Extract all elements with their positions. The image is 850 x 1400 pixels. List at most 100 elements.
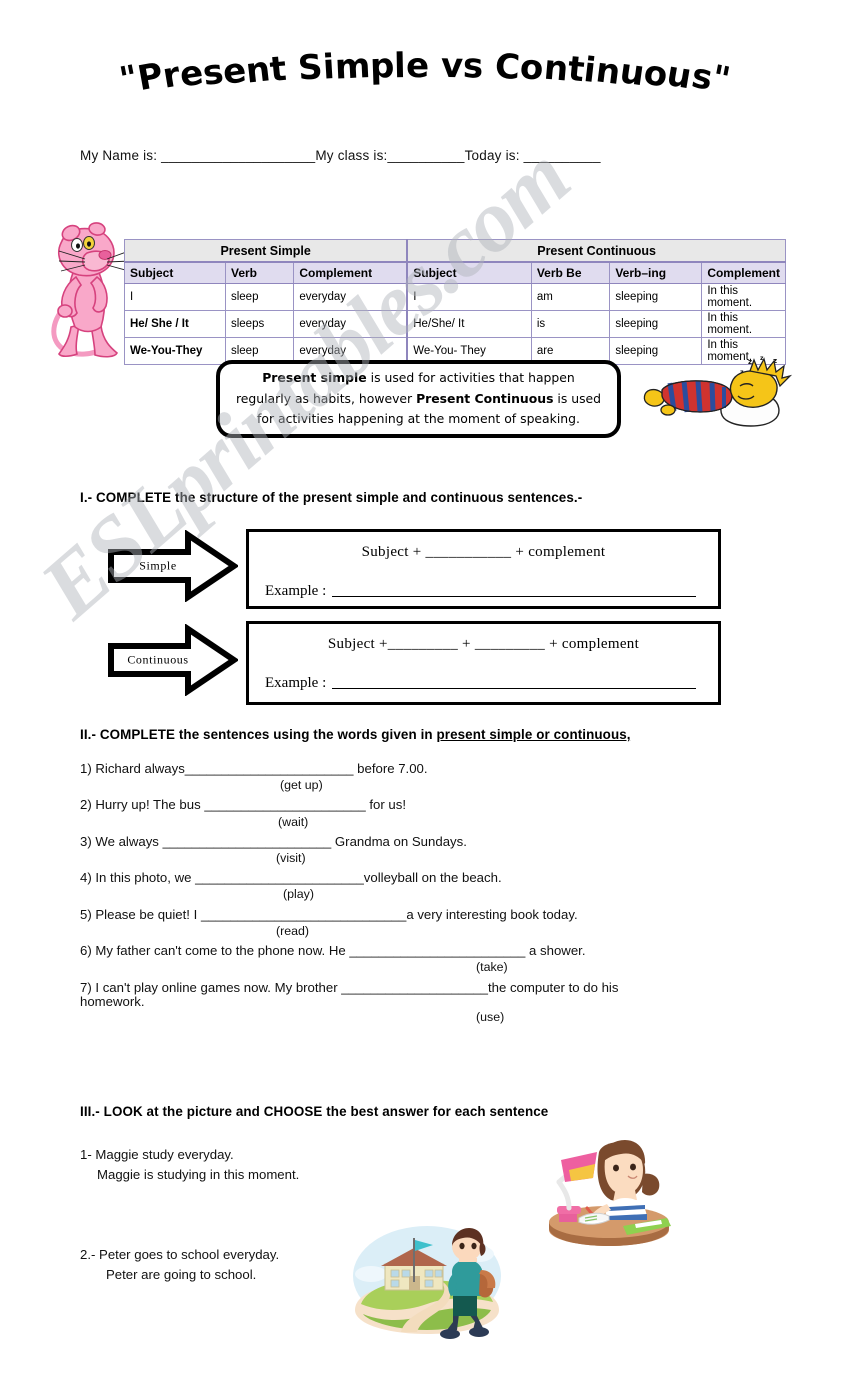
example-row-simple: Example :: [265, 583, 718, 600]
exercise-item[interactable]: 4) In this photo, we ___________________…: [80, 871, 770, 904]
cell-subject-cont: I: [406, 283, 532, 311]
svg-text:z: z: [748, 358, 752, 366]
table-row: He/ She / It sleeps everyday He/She/ It …: [124, 310, 786, 338]
question-1-option-b[interactable]: Maggie is studying in this moment.: [80, 1165, 500, 1185]
arrow-label-continuous: Continuous: [127, 652, 189, 667]
section-2-heading: II.- COMPLETE the sentences using the wo…: [80, 727, 631, 742]
title-char: s: [462, 46, 485, 87]
arrow-continuous: Continuous: [108, 623, 240, 697]
exercise-sentence[interactable]: 5) Please be quiet! I __________________…: [80, 907, 770, 922]
boy-walking-to-school-illustration: [353, 1226, 501, 1339]
example-label-simple: Example :: [265, 583, 327, 599]
exercise-verb-hint: (visit): [276, 851, 306, 866]
exercise-item[interactable]: 6) My father can't come to the phone now…: [80, 944, 770, 977]
exercise-2-list: 1) Richard always_______________________…: [80, 762, 770, 1030]
example-blank-continuous[interactable]: [332, 687, 696, 689]
section-2-heading-underlined: present simple or continuous,: [436, 727, 631, 742]
subheader-subject-cont: Subject: [406, 261, 532, 284]
arrow-simple: Simple: [108, 529, 240, 603]
subheader-verb: Verb: [224, 261, 295, 284]
table-row: I sleep everyday I am sleeping In this m…: [124, 283, 786, 311]
exercise-sentence[interactable]: 3) We always _______________________ Gra…: [80, 835, 770, 849]
girl-studying-illustration: [549, 1140, 671, 1246]
example-label-continuous: Example :: [265, 675, 327, 691]
name-blank[interactable]: ____________________: [161, 148, 315, 163]
grammar-explanation-callout: Present simple is used for activities th…: [216, 360, 621, 438]
exercise-verb-hint: (get up): [280, 778, 323, 793]
callout-bold-present-continuous: Present Continuous: [416, 390, 554, 406]
exercise-verb-hint: (take): [476, 960, 508, 975]
cell-subject-simple: I: [124, 283, 226, 311]
name-label: My Name is:: [80, 148, 162, 163]
exercise-sentence-continued[interactable]: homework.: [80, 995, 770, 1008]
pink-panther-illustration: [51, 222, 132, 358]
cell-verb: sleep: [224, 283, 295, 311]
exercise-sentence[interactable]: 1) Richard always_______________________…: [80, 762, 770, 776]
cell-complement-simple: everyday: [293, 310, 408, 338]
question-1[interactable]: 1- Maggie study everyday. Maggie is stud…: [80, 1145, 500, 1185]
title-char: o: [518, 47, 545, 89]
subheader-complement-cont: Complement: [701, 261, 786, 284]
question-1-option-a[interactable]: 1- Maggie study everyday.: [80, 1145, 500, 1165]
title-char: C: [494, 46, 522, 88]
subheader-verb-ing: Verb–ing: [609, 261, 703, 284]
callout-line2-pre: regularly as habits, however: [235, 390, 417, 406]
subheader-subject-simple: Subject: [124, 261, 226, 284]
formula-simple[interactable]: Subject + ___________ + complement: [249, 544, 718, 561]
page-title-text: "Present Simple vs Continuous": [117, 46, 734, 100]
callout-line-2: regularly as habits, however Present Con…: [234, 389, 603, 409]
worksheet-page: ESLprintables.com "Present Simple vs Con…: [0, 0, 850, 1400]
title-char: m: [333, 45, 371, 88]
section-3-question-1: 1- Maggie study everyday. Maggie is stud…: [80, 1145, 500, 1185]
callout-line2-post: is used: [553, 390, 602, 406]
date-blank[interactable]: __________: [524, 148, 601, 163]
title-char: n: [541, 47, 570, 90]
title-char: v: [440, 45, 464, 87]
cell-subject-simple: He/ She / It: [124, 310, 226, 338]
class-blank[interactable]: __________: [388, 148, 465, 163]
header-present-continuous: Present Continuous: [406, 239, 787, 263]
bart-simpson-sleeping-illustration: z z z z: [643, 355, 793, 427]
example-blank-simple[interactable]: [332, 595, 696, 597]
arrow-label-simple: Simple: [139, 558, 177, 573]
callout-line-1: Present simple is used for activities th…: [234, 368, 603, 388]
table-subheader-row: Subject Verb Complement Subject Verb Be …: [124, 261, 786, 284]
exercise-item[interactable]: 5) Please be quiet! I __________________…: [80, 907, 770, 941]
exercise-verb-hint: (read): [276, 923, 310, 938]
exercise-item[interactable]: 1) Richard always_______________________…: [80, 762, 770, 795]
callout-line-3: for activities happening at the moment o…: [257, 411, 580, 427]
structure-box-continuous: Subject +_________ + _________ + complem…: [246, 621, 721, 705]
page-title: "Present Simple vs Continuous": [0, 46, 850, 100]
exercise-item[interactable]: 3) We always _______________________ Gra…: [80, 835, 770, 868]
title-char: p: [369, 45, 396, 87]
formula-continuous[interactable]: Subject +_________ + _________ + complem…: [249, 636, 718, 653]
exercise-verb-hint: (wait): [278, 814, 309, 829]
cell-verb-ing: sleeping: [609, 283, 703, 311]
grammar-reference-table: Present Simple Present Continuous Subjec…: [124, 239, 787, 365]
section-2-heading-plain: II.- COMPLETE the sentences using the wo…: [80, 727, 437, 742]
section-1-heading: I.- COMPLETE the structure of the presen…: [80, 490, 583, 505]
exercise-sentence[interactable]: 2) Hurry up! The bus ___________________…: [80, 798, 770, 812]
title-char: S: [297, 47, 325, 89]
exercise-sentence[interactable]: 6) My father can't come to the phone now…: [80, 944, 770, 958]
subheader-verb-be: Verb Be: [530, 261, 611, 284]
cell-verb-be: is: [530, 310, 611, 338]
exercise-sentence[interactable]: 4) In this photo, we ___________________…: [80, 871, 770, 885]
callout-line1-rest: is used for activities that happen: [366, 370, 575, 386]
student-info-line: My Name is: ____________________My class…: [80, 148, 601, 163]
exercise-item[interactable]: 7) I can't play online games now. My bro…: [80, 980, 770, 1028]
cell-complement-cont: In this moment.: [701, 283, 786, 311]
section-3-heading: III.- LOOK at the picture and CHOOSE the…: [80, 1104, 549, 1119]
exercise-item[interactable]: 2) Hurry up! The bus ___________________…: [80, 798, 770, 831]
cell-subject-cont: He/She/ It: [406, 310, 532, 338]
cell-complement-simple: everyday: [293, 283, 408, 311]
title-char: e: [405, 45, 430, 87]
cell-verb-be: am: [530, 283, 611, 311]
cell-complement-cont: In this moment.: [701, 310, 786, 338]
date-label: Today is:: [464, 148, 524, 163]
table-top-header-row: Present Simple Present Continuous: [124, 239, 787, 263]
example-row-continuous: Example :: [265, 675, 718, 692]
exercise-verb-hint: (play): [283, 887, 314, 902]
exercise-sentence[interactable]: 7) I can't play online games now. My bro…: [80, 980, 770, 995]
title-char: [429, 49, 441, 83]
